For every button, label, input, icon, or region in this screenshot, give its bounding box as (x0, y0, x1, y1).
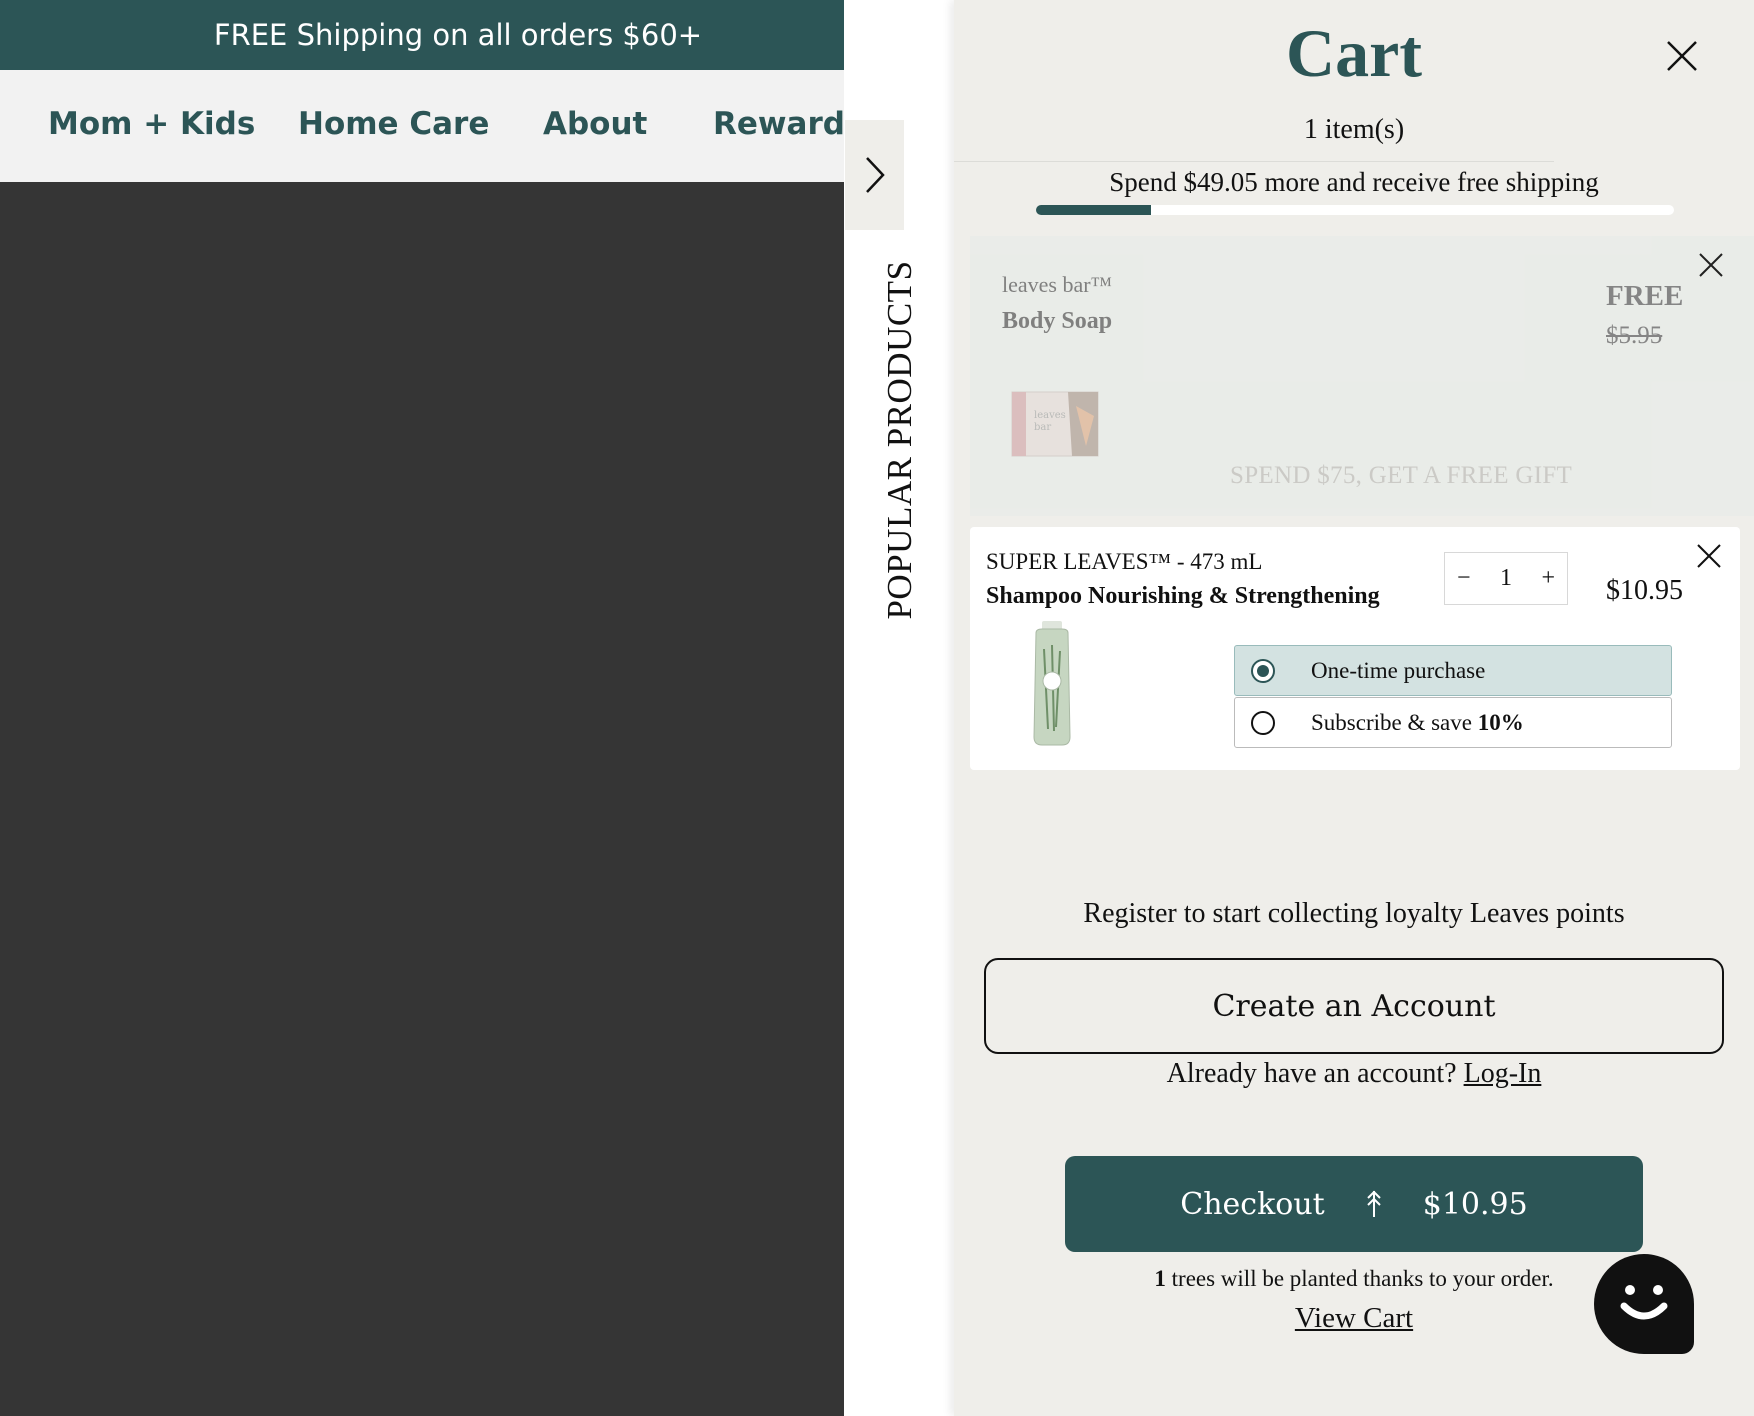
close-icon[interactable] (1696, 250, 1726, 280)
close-icon[interactable] (1662, 36, 1702, 76)
checkout-total: $10.95 (1422, 1186, 1528, 1222)
popular-products-toggle[interactable] (845, 120, 904, 230)
gift-product-image: leaves bar (1011, 391, 1099, 457)
svg-text:bar: bar (1034, 422, 1051, 433)
radio-unselected[interactable] (1251, 711, 1275, 735)
gift-item: leaves bar™ Body Soap FREE $5.95 leaves … (970, 236, 1754, 516)
svg-text:leaves: leaves (1034, 410, 1066, 421)
chat-smiley-icon (1620, 1285, 1668, 1320)
item-brand: SUPER LEAVES™ - 473 mL (986, 549, 1263, 574)
one-time-purchase-option[interactable]: One-time purchase (1234, 645, 1672, 696)
cart-line-item: SUPER LEAVES™ - 473 mL Shampoo Nourishin… (970, 527, 1740, 770)
login-link[interactable]: Log-In (1464, 1058, 1542, 1089)
promo-bar: FREE Shipping on all orders $60+ (0, 0, 844, 70)
login-prompt: Already have an account? Log-In (954, 1058, 1754, 1090)
main-nav: Mom + Kids Home Care About Rewards (0, 70, 863, 182)
one-time-purchase-label: One-time purchase (1311, 658, 1486, 683)
nav-item-home-care[interactable]: Home Care (298, 106, 489, 142)
progress-fill (1036, 205, 1151, 215)
create-account-button[interactable]: Create an Account (984, 958, 1724, 1054)
plus-icon[interactable]: + (1541, 565, 1555, 592)
product-image[interactable] (1030, 619, 1074, 747)
checkout-button[interactable]: Checkout $10.95 (1065, 1156, 1643, 1252)
subscribe-discount: 10% (1477, 710, 1524, 735)
gift-price: FREE (1606, 280, 1684, 312)
close-icon[interactable] (1694, 541, 1724, 571)
free-shipping-message: Spend $49.05 more and receive free shipp… (1109, 167, 1599, 197)
cart-title: Cart (1286, 15, 1422, 91)
cart-drawer: Cart 1 item(s) Spend $49.05 more and rec… (954, 0, 1754, 1416)
chat-button[interactable] (1594, 1254, 1694, 1354)
radio-selected[interactable] (1251, 659, 1275, 683)
item-name[interactable]: Shampoo Nourishing & Strengthening (986, 583, 1380, 610)
nav-item-mom-kids[interactable]: Mom + Kids (48, 106, 255, 142)
tree-icon (1367, 1190, 1381, 1217)
loyalty-message: Register to start collecting loyalty Lea… (1083, 898, 1625, 929)
minus-icon[interactable]: − (1457, 565, 1471, 592)
quantity-value[interactable]: 1 (1500, 565, 1512, 592)
gift-original-price: $5.95 (1606, 322, 1663, 349)
trees-count: 1 (1154, 1266, 1166, 1291)
nav-item-about[interactable]: About (543, 106, 647, 142)
popular-products-label[interactable]: POPULAR PRODUCTS (880, 260, 920, 619)
checkout-label: Checkout (1180, 1186, 1325, 1222)
divider (954, 161, 1554, 162)
item-price: $10.95 (1606, 575, 1683, 606)
free-shipping-progress (1036, 205, 1674, 215)
subscribe-prefix: Subscribe & save (1311, 710, 1478, 735)
nav-item-rewards[interactable]: Rewards (713, 106, 863, 142)
page-overlay[interactable] (0, 182, 844, 1416)
login-prompt-text: Already have an account? (1166, 1058, 1464, 1089)
promo-text: FREE Shipping on all orders $60+ (213, 18, 703, 52)
gift-promo-text: SPEND $75, GET A FREE GIFT (1230, 462, 1573, 489)
quantity-stepper[interactable]: − 1 + (1444, 552, 1568, 605)
subscribe-option[interactable]: Subscribe & save 10% (1234, 697, 1672, 748)
trees-text: trees will be planted thanks to your ord… (1165, 1266, 1554, 1291)
cart-item-count: 1 item(s) (1303, 114, 1405, 145)
gift-name: Body Soap (1002, 308, 1113, 334)
subscribe-label: Subscribe & save 10% (1311, 710, 1524, 736)
view-cart-link[interactable]: View Cart (1295, 1302, 1413, 1334)
gift-brand: leaves bar™ (1002, 272, 1113, 297)
chevron-right-icon (865, 157, 885, 193)
